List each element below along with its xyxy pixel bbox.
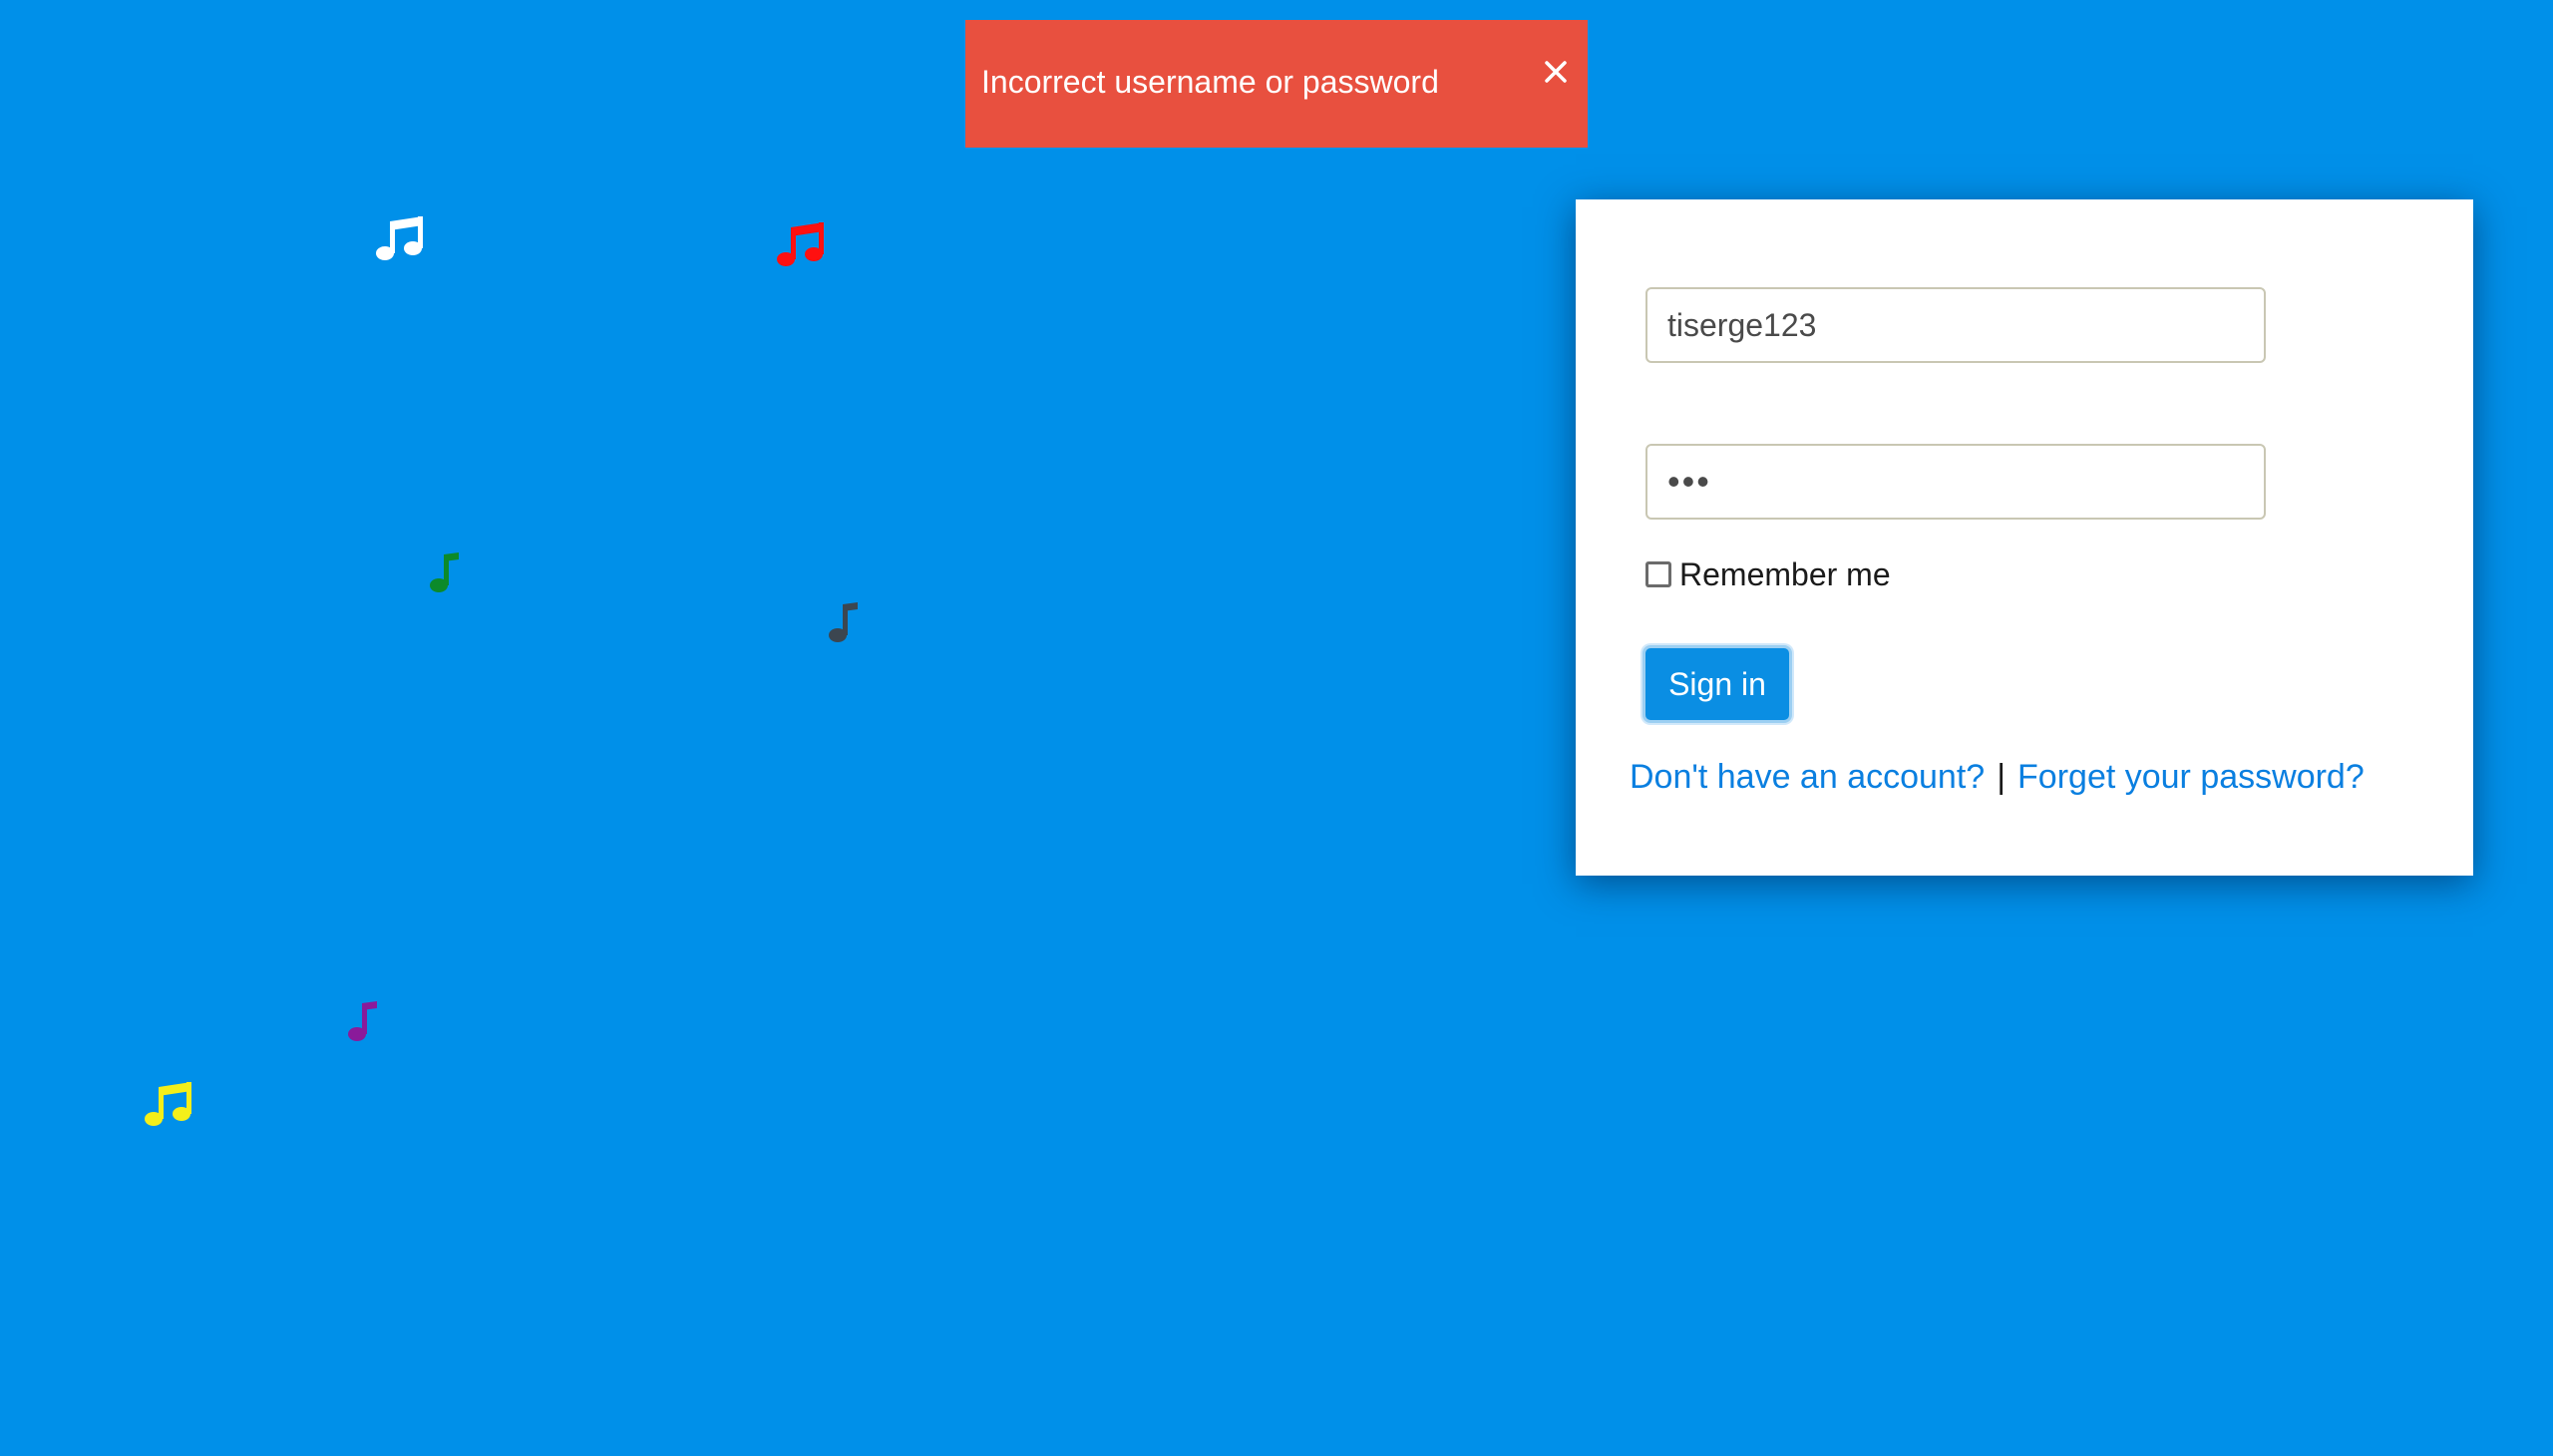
remember-me-checkbox[interactable] xyxy=(1645,561,1671,587)
password-input[interactable] xyxy=(1645,444,2266,520)
forgot-password-link[interactable]: Forget your password? xyxy=(2017,758,2365,796)
login-card: Remember me Sign in Don't have an accoun… xyxy=(1576,199,2473,876)
signup-link[interactable]: Don't have an account? xyxy=(1630,758,1985,796)
music-note-icon xyxy=(829,602,858,642)
remember-me-label[interactable]: Remember me xyxy=(1679,556,1891,593)
close-icon[interactable] xyxy=(1540,56,1572,88)
account-links: Don't have an account? | Forget your passw… xyxy=(1630,753,2365,801)
error-alert: Incorrect username or password xyxy=(965,20,1588,148)
remember-me-row[interactable]: Remember me xyxy=(1645,556,1891,592)
link-separator: | xyxy=(1997,758,2006,796)
music-note-icon xyxy=(348,1001,377,1041)
beamed-notes-icon xyxy=(376,216,423,260)
sign-in-button[interactable]: Sign in xyxy=(1642,645,1792,723)
alert-message: Incorrect username or password xyxy=(981,64,1439,100)
beamed-notes-icon xyxy=(145,1082,191,1126)
music-note-icon xyxy=(430,552,459,592)
username-input[interactable] xyxy=(1645,287,2266,363)
beamed-notes-icon xyxy=(777,222,824,266)
